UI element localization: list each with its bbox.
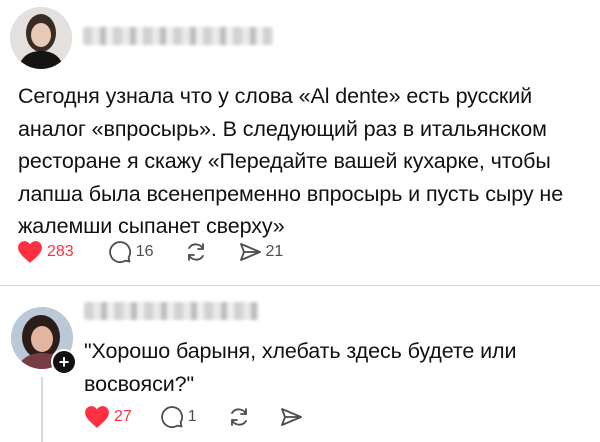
like-button[interactable]: 283: [17, 240, 74, 264]
reply-comment-button[interactable]: 1: [160, 405, 197, 429]
reply-actions: 27 1: [84, 405, 303, 429]
send-icon: [279, 405, 303, 429]
post-divider: [0, 285, 600, 286]
reply-comment-count: 1: [187, 408, 197, 425]
post: Сегодня узнала что у слова «Al dente» ес…: [0, 0, 600, 285]
heart-icon: [84, 405, 110, 429]
follow-plus-button[interactable]: +: [51, 349, 77, 375]
repost-icon: [184, 240, 208, 264]
share-count: 21: [265, 243, 284, 260]
share-button[interactable]: 21: [238, 240, 284, 264]
comment-button[interactable]: 16: [108, 240, 154, 264]
post-actions: 283 16 21: [17, 240, 283, 264]
thread-line: [41, 377, 43, 442]
reply-like-button[interactable]: 27: [84, 405, 132, 429]
comment-bubble-icon: [160, 405, 184, 429]
reply-text: "Хорошо барыня, хлебать здесь будете или…: [84, 339, 517, 396]
comment-count: 16: [135, 243, 154, 260]
reply-repost-button[interactable]: [227, 405, 251, 429]
author-avatar[interactable]: [10, 7, 72, 69]
heart-icon: [17, 240, 43, 264]
like-count: 283: [47, 243, 74, 260]
author-username-blurred[interactable]: [83, 27, 273, 45]
reply-like-count: 27: [114, 408, 132, 425]
comment-bubble-icon: [108, 240, 132, 264]
send-icon: [238, 240, 262, 264]
repost-icon: [227, 405, 251, 429]
reply-share-button[interactable]: [279, 405, 303, 429]
post-text: Сегодня узнала что у слова «Al dente» ес…: [18, 84, 564, 238]
reply-username-blurred[interactable]: [84, 302, 259, 320]
repost-button[interactable]: [184, 240, 208, 264]
